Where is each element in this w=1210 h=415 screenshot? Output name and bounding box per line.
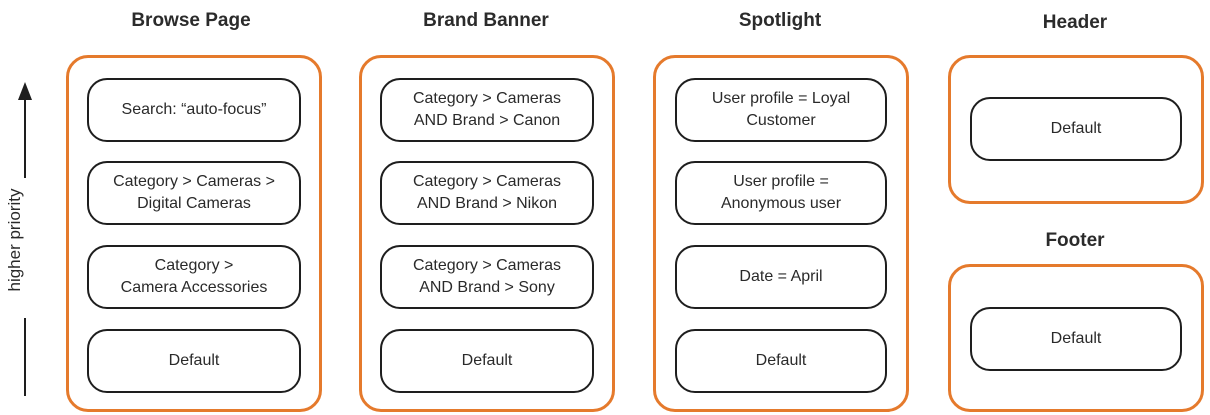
priority-label: higher priority [5, 188, 24, 292]
rule-browse-camera-accessories[interactable]: Category > Camera Accessories [87, 245, 301, 309]
rule-brand-default[interactable]: Default [380, 329, 594, 393]
panel-footer: Default [948, 264, 1204, 412]
panel-header: Default [948, 55, 1204, 204]
rule-brand-sony[interactable]: Category > Cameras AND Brand > Sony [380, 245, 594, 309]
column-title-spotlight: Spotlight [738, 10, 822, 31]
rule-brand-canon[interactable]: Category > Cameras AND Brand > Canon [380, 78, 594, 142]
rule-browse-search[interactable]: Search: “auto-focus” [87, 78, 301, 142]
rule-spotlight-anonymous-user[interactable]: User profile = Anonymous user [675, 161, 887, 225]
panel-spotlight: User profile = Loyal Customer User profi… [653, 55, 909, 412]
rule-header-default[interactable]: Default [970, 97, 1182, 161]
rule-browse-default[interactable]: Default [87, 329, 301, 393]
rule-browse-digital-cameras[interactable]: Category > Cameras > Digital Cameras [87, 161, 301, 225]
rule-spotlight-default[interactable]: Default [675, 329, 887, 393]
column-title-footer: Footer [1045, 230, 1105, 251]
rule-spotlight-loyal-customer[interactable]: User profile = Loyal Customer [675, 78, 887, 142]
rule-brand-nikon[interactable]: Category > Cameras AND Brand > Nikon [380, 161, 594, 225]
rule-spotlight-date-april[interactable]: Date = April [675, 245, 887, 309]
column-title-brand-banner: Brand Banner [423, 10, 549, 31]
panel-brand-banner: Category > Cameras AND Brand > Canon Cat… [359, 55, 615, 412]
rule-footer-default[interactable]: Default [970, 307, 1182, 371]
panel-browse-page: Search: “auto-focus” Category > Cameras … [66, 55, 322, 412]
column-title-browse-page: Browse Page [131, 10, 251, 31]
column-title-header: Header [1042, 12, 1108, 33]
